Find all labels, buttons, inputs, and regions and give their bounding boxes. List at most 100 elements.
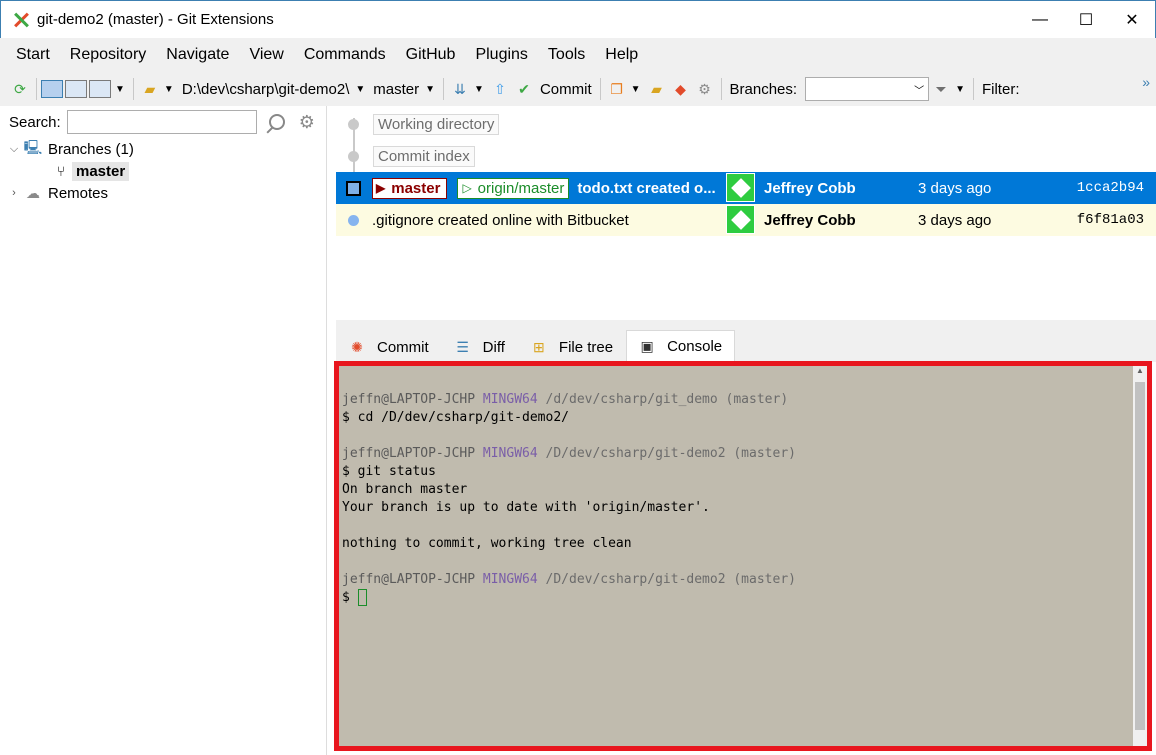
commit-hash: f6f81a03 xyxy=(1076,212,1144,228)
commit-row[interactable]: .gitignore created online with Bitbucket… xyxy=(336,204,1156,236)
toolbar-separator xyxy=(972,78,974,100)
layout-bottom-button[interactable] xyxy=(89,80,111,98)
scroll-up-icon[interactable]: ▲ xyxy=(1133,366,1147,375)
graph-node xyxy=(348,215,359,226)
menu-github[interactable]: GitHub xyxy=(396,46,466,64)
console-output-line: Your branch is up to date with 'origin/m… xyxy=(342,500,710,515)
master-node-label: master xyxy=(72,161,130,181)
remote-branch-name: origin/master xyxy=(477,179,565,197)
console-path: /D/dev/csharp/git-demo2 xyxy=(545,572,726,587)
tab-diff[interactable]: ☰ Diff xyxy=(441,332,518,362)
repository-path[interactable]: D:\dev\csharp\git-demo2\ xyxy=(182,81,350,98)
commit-author: Jeffrey Cobb xyxy=(764,211,856,229)
pull-icon[interactable]: ⇊ xyxy=(450,79,470,99)
filter-dropdown-icon[interactable]: ▼ xyxy=(955,84,965,95)
menu-start[interactable]: Start xyxy=(6,46,60,64)
minimize-button[interactable]: — xyxy=(1017,1,1063,39)
scroll-thumb[interactable] xyxy=(1135,382,1145,730)
main-toolbar: ⟳ ▼ ▰ ▼ D:\dev\csharp\git-demo2\ ▼ maste… xyxy=(0,72,1156,106)
search-input[interactable] xyxy=(66,110,257,134)
splitter[interactable] xyxy=(336,320,1156,330)
filter-label: Filter: xyxy=(981,80,1020,98)
toolbar-overflow-icon[interactable]: » xyxy=(1142,74,1150,90)
menu-view[interactable]: View xyxy=(239,46,293,64)
repo-dropdown-icon[interactable]: ▼ xyxy=(164,84,174,95)
stash-icon[interactable]: ❐ xyxy=(607,79,627,99)
layout-left-button[interactable] xyxy=(41,80,63,98)
branch-dropdown-icon[interactable]: ▼ xyxy=(425,84,435,95)
git-extensions-logo-icon xyxy=(13,12,29,28)
toolbar-separator xyxy=(599,78,601,100)
folder-open-icon[interactable]: ▰ xyxy=(140,79,160,99)
commit-index-label: Commit index xyxy=(373,145,475,167)
console-cursor[interactable] xyxy=(357,589,367,606)
console-user: jeffn@LAPTOP-JCHP xyxy=(342,572,476,587)
branches-node-label: Branches (1) xyxy=(48,140,134,158)
gear-icon[interactable]: ⚙ xyxy=(299,112,315,133)
git-bash-icon[interactable]: ◆ xyxy=(671,79,691,99)
explorer-folder-icon[interactable]: ▰ xyxy=(647,79,667,99)
diff-icon: ☰ xyxy=(456,338,469,355)
remotes-node-label: Remotes xyxy=(48,184,109,202)
branches-combo[interactable]: ﹀ xyxy=(805,77,930,101)
refresh-icon[interactable]: ⟳ xyxy=(10,79,30,99)
tree-remotes-node[interactable]: › ☁ Remotes xyxy=(0,182,326,204)
menu-plugins[interactable]: Plugins xyxy=(465,46,537,64)
tree-master-node[interactable]: ⑂ master xyxy=(0,160,326,182)
stash-dropdown-icon[interactable]: ▼ xyxy=(631,84,641,95)
console-branch: (master) xyxy=(733,572,796,587)
layout-dropdown-icon[interactable]: ▼ xyxy=(115,84,125,95)
filter-funnel-icon[interactable]: ⏷ xyxy=(931,79,951,99)
console-branch: (master) xyxy=(725,392,789,407)
menu-help[interactable]: Help xyxy=(595,46,648,64)
commit-message: .gitignore created online with Bitbucket xyxy=(372,211,629,229)
toolbar-separator xyxy=(443,78,445,100)
console-scrollbar[interactable]: ▲ xyxy=(1133,366,1147,746)
console-mingw: MINGW64 xyxy=(482,446,538,461)
path-dropdown-icon[interactable]: ▼ xyxy=(355,84,365,95)
menu-commands[interactable]: Commands xyxy=(294,46,396,64)
current-branch[interactable]: master xyxy=(373,81,419,98)
console-output-line: nothing to commit, working tree clean xyxy=(342,536,632,551)
menu-navigate[interactable]: Navigate xyxy=(156,46,239,64)
remote-arrow-icon: ▷ xyxy=(462,181,472,195)
settings-gear-icon[interactable]: ⚙ xyxy=(695,79,715,99)
commit-author: Jeffrey Cobb xyxy=(764,179,856,197)
branch-icon: ⑂ xyxy=(56,163,66,179)
commit-index-row[interactable]: Commit index xyxy=(336,140,1156,172)
tab-file-tree[interactable]: ⊞ File tree xyxy=(517,332,627,362)
tree-branches-node[interactable]: ⌵ 🖳 Branches (1) xyxy=(0,138,326,160)
title-bar: git-demo2 (master) - Git Extensions — ☐ … xyxy=(0,0,1156,38)
computer-icon: 🖳 xyxy=(23,139,43,155)
close-button[interactable]: ✕ xyxy=(1109,1,1155,39)
console-prompt: $ xyxy=(342,590,358,605)
toolbar-separator xyxy=(36,78,37,100)
console-output[interactable]: jeffn@LAPTOP-JCHP MINGW64 /d/dev/csharp/… xyxy=(342,369,1131,743)
maximize-button[interactable]: ☐ xyxy=(1063,1,1109,39)
console-icon: ▣ xyxy=(640,338,654,354)
tab-console[interactable]: ▣ Console xyxy=(626,330,736,362)
branch-arrow-icon: ▶ xyxy=(376,181,386,195)
menu-repository[interactable]: Repository xyxy=(60,46,156,64)
search-icon[interactable] xyxy=(268,114,285,130)
chevron-right-icon[interactable]: › xyxy=(6,187,22,199)
chevron-down-icon[interactable]: ⌵ xyxy=(6,143,22,156)
search-row: Search: ⚙ xyxy=(0,106,326,138)
working-directory-label: Working directory xyxy=(373,113,500,135)
commit-seal-icon: ✺ xyxy=(351,338,363,355)
console-command: $ cd /D/dev/csharp/git-demo2/ xyxy=(342,410,569,425)
commit-check-icon[interactable]: ✔ xyxy=(514,79,534,99)
console-path: /D/dev/csharp/git-demo2 xyxy=(545,446,726,461)
working-directory-row[interactable]: Working directory xyxy=(336,108,1156,140)
tab-commit[interactable]: ✺ Commit xyxy=(336,332,442,362)
local-branch-ref[interactable]: ▶ master xyxy=(372,177,448,199)
console-panel[interactable]: jeffn@LAPTOP-JCHP MINGW64 /d/dev/csharp/… xyxy=(334,361,1152,751)
remote-branch-ref[interactable]: ▷ origin/master xyxy=(457,177,570,199)
layout-top-button[interactable] xyxy=(65,80,87,98)
push-icon[interactable]: ⇧ xyxy=(490,79,510,99)
commit-button[interactable]: Commit xyxy=(540,81,592,98)
pull-dropdown-icon[interactable]: ▼ xyxy=(474,84,484,95)
commit-row[interactable]: ▶ master ▷ origin/master todo.txt created … xyxy=(336,172,1156,204)
menu-tools[interactable]: Tools xyxy=(538,46,595,64)
menu-bar: Start Repository Navigate View Commands … xyxy=(0,38,1156,72)
